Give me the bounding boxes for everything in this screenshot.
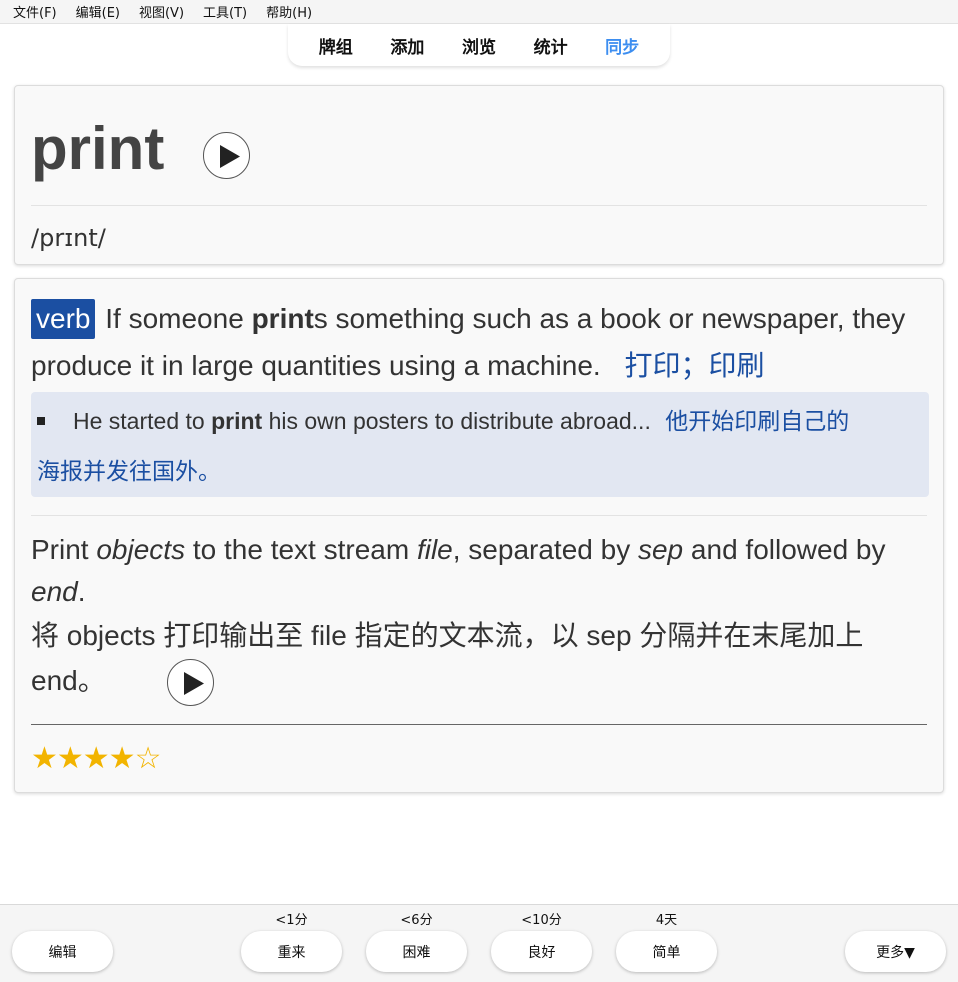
menu-bar: 文件(F) 编辑(E) 视图(V) 工具(T) 帮助(H) — [0, 0, 958, 24]
divider — [31, 724, 927, 725]
tab-add[interactable]: 添加 — [390, 33, 424, 58]
play-audio-button[interactable] — [167, 659, 214, 706]
menu-help[interactable]: 帮助(H) — [266, 2, 312, 21]
note-text: , separated by — [452, 534, 638, 565]
definition-card: verb If someone prints something such as… — [14, 278, 944, 793]
definition-text: If someone — [105, 303, 252, 334]
menu-view[interactable]: 视图(V) — [139, 2, 184, 21]
note-text: and followed by — [683, 534, 886, 565]
answer-bar: 编辑 <1分 重来 <6分 困难 <10分 良好 4天 简单 更多▼ — [0, 904, 958, 982]
tab-browse[interactable]: 浏览 — [462, 33, 496, 58]
due-again: <1分 — [275, 913, 308, 928]
note-param: end — [31, 576, 78, 607]
divider — [31, 515, 927, 516]
tab-sync[interactable]: 同步 — [605, 33, 639, 58]
example-headword: print — [211, 408, 263, 434]
hard-button[interactable]: 困难 — [366, 931, 467, 972]
usage-note-en: Print objects to the text stream file, s… — [31, 529, 931, 613]
note-param: objects — [96, 534, 186, 565]
definition-translation: 打印；印刷 — [624, 350, 765, 381]
menu-edit[interactable]: 编辑(E) — [76, 2, 120, 21]
definition: verb If someone prints something such as… — [31, 295, 926, 389]
again-button[interactable]: 重来 — [241, 931, 342, 972]
example-line: He started to print his own posters to d… — [73, 398, 849, 445]
usage-note: Print objects to the text stream file, s… — [31, 529, 931, 703]
definition-headword: print — [251, 303, 314, 334]
play-icon — [220, 145, 240, 168]
main-toolbar: 牌组 添加 浏览 统计 同步 — [288, 24, 670, 66]
due-hard: <6分 — [400, 913, 433, 928]
note-text: Print — [31, 534, 97, 565]
menu-file[interactable]: 文件(F) — [13, 2, 57, 21]
note-param: file — [416, 534, 453, 565]
good-button[interactable]: 良好 — [491, 931, 592, 972]
due-easy: 4天 — [655, 913, 678, 928]
edit-button[interactable]: 编辑 — [12, 931, 113, 972]
word-card: print /prɪnt/ — [14, 85, 944, 265]
play-icon — [184, 672, 204, 695]
example-translation: 他开始印刷自己的 — [665, 408, 850, 434]
bullet-icon — [37, 417, 45, 425]
note-text: . — [77, 576, 86, 607]
note-text: to the text stream — [185, 534, 417, 565]
example-text: He started to — [73, 408, 212, 434]
menu-tools[interactable]: 工具(T) — [203, 2, 247, 21]
usage-note-zh: 将 objects 打印输出至 file 指定的文本流，以 sep 分隔并在末尾… — [31, 620, 864, 696]
play-audio-button[interactable] — [203, 132, 250, 179]
due-good: <10分 — [521, 913, 562, 928]
example-sentence: He started to print his own posters to d… — [31, 392, 929, 497]
divider — [31, 205, 927, 206]
star-rating: ★★★★☆ — [31, 741, 161, 776]
part-of-speech-badge: verb — [31, 299, 96, 339]
tab-decks[interactable]: 牌组 — [319, 33, 353, 58]
note-param: sep — [637, 534, 684, 565]
tab-stats[interactable]: 统计 — [534, 33, 568, 58]
example-text-rest: his own posters to distribute abroad... — [262, 408, 651, 434]
more-button[interactable]: 更多▼ — [845, 931, 946, 972]
easy-button[interactable]: 简单 — [616, 931, 717, 972]
example-translation-cont: 海报并发往国外。 — [37, 458, 221, 484]
headword: print — [31, 115, 165, 182]
phonetic: /prɪnt/ — [31, 224, 106, 252]
